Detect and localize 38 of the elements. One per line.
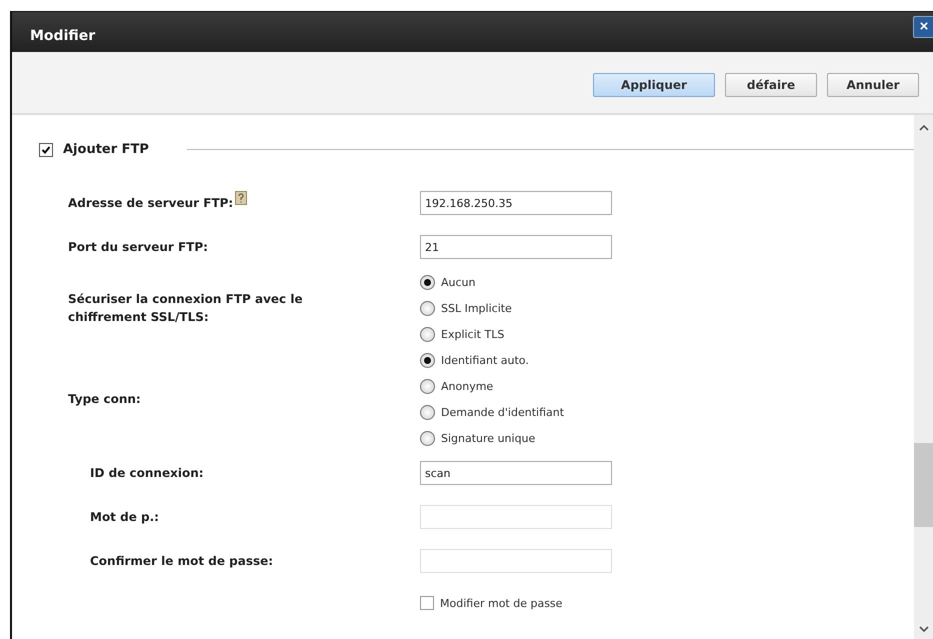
close-button[interactable]: × (913, 16, 933, 38)
field-label: ID de connexion: (90, 466, 204, 480)
radio-label: Explicit TLS (441, 328, 504, 340)
input-field[interactable]: scan (420, 461, 612, 485)
field-label: Port du serveur FTP: (68, 240, 208, 254)
toolbar-button[interactable]: Annuler (827, 72, 919, 96)
radio-button[interactable] (420, 352, 435, 368)
scroll-up-icon[interactable] (918, 125, 928, 131)
checkbox[interactable] (420, 596, 434, 610)
radio-label: Demande d'identifiant (441, 406, 564, 418)
radio-label: Aucun (441, 276, 476, 288)
field-label: Confirmer le mot de passe: (90, 554, 274, 568)
checkbox[interactable] (39, 142, 53, 156)
checkbox-label: Modifier mot de passe (440, 596, 562, 610)
toolbar-button[interactable]: Appliquer (593, 72, 715, 96)
radio-label: Signature unique (441, 432, 536, 444)
radio-button[interactable] (420, 378, 435, 394)
radio-label: SSL Implicite (441, 302, 512, 314)
radio-button[interactable] (420, 300, 435, 316)
radio-button[interactable] (420, 326, 435, 342)
section-title: Ajouter FTP (63, 142, 149, 157)
field-label: Type conn: (68, 391, 141, 408)
radio-label: Identifiant auto. (441, 354, 529, 366)
scrollbar[interactable] (914, 115, 933, 639)
scroll-thumb[interactable] (914, 442, 933, 527)
field-label: Adresse de serveur FTP: (68, 196, 234, 210)
help-icon[interactable] (235, 191, 248, 205)
window-title: Modifier (29, 27, 96, 44)
radio-button[interactable] (420, 274, 435, 290)
radio-button[interactable] (420, 404, 435, 420)
input-field[interactable]: 21 (420, 235, 612, 259)
field-label: Mot de p.: (90, 510, 159, 524)
field-label: Sécuriser la connexion FTP avec le chiffrement SSL/TLS: (68, 291, 304, 326)
radio-label: Anonyme (441, 380, 494, 392)
radio-button[interactable] (420, 430, 435, 446)
input-field[interactable]: 192.168.250.35 (420, 191, 612, 215)
toolbar-button[interactable]: défaire (725, 72, 817, 96)
scroll-down-icon[interactable] (918, 626, 928, 632)
